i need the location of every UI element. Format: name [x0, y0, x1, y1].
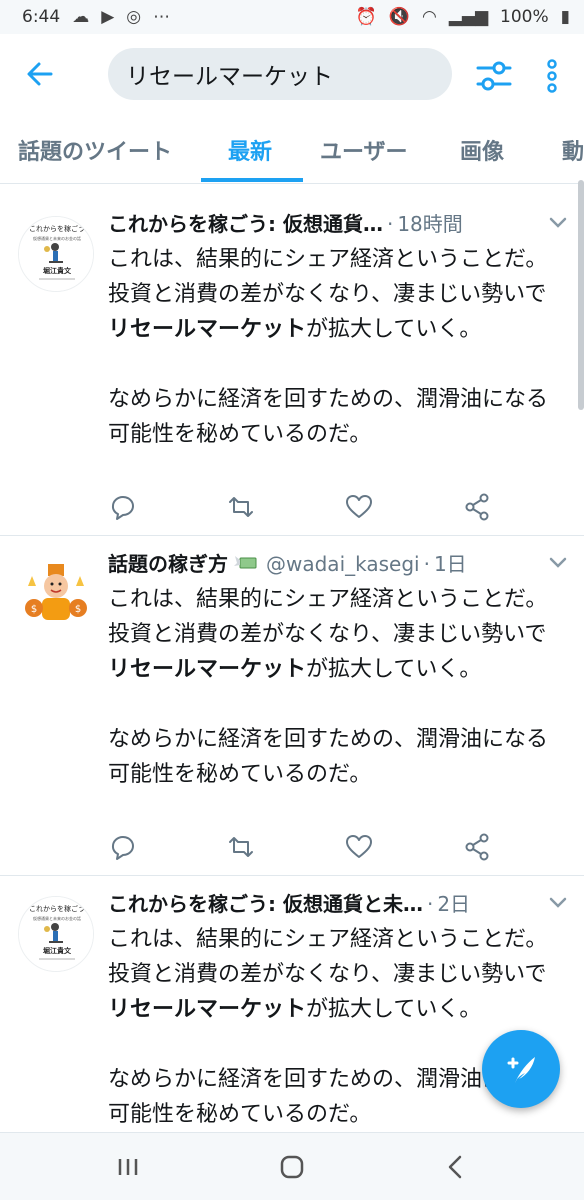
- tab-videos[interactable]: 動: [562, 134, 584, 166]
- share-icon[interactable]: [462, 832, 492, 862]
- more-options-button[interactable]: [538, 56, 566, 96]
- avatar[interactable]: これからを稼ごう 仮想通貨と未来のお金の話 堀江貴文: [18, 216, 94, 292]
- signal-icon: ▂▄▆: [448, 7, 489, 27]
- tweet-time[interactable]: 1日: [434, 548, 467, 577]
- back-arrow-icon: [27, 62, 53, 86]
- search-input[interactable]: リセールマーケット: [108, 48, 452, 100]
- recent-apps-icon[interactable]: [112, 1151, 144, 1183]
- filter-sliders-icon: [476, 61, 512, 91]
- back-nav-icon[interactable]: [440, 1151, 472, 1183]
- book-title: これからを稼ごう: [29, 904, 85, 913]
- tweet-time[interactable]: 2日: [437, 888, 470, 917]
- tweet-text: これは、結果的にシェア経済ということだ。投資と消費の差がなくなり、凄まじい勢いで…: [108, 922, 558, 1132]
- notification-icon: ▶: [101, 7, 115, 27]
- tweet-actions: [108, 832, 508, 862]
- retweet-icon[interactable]: [226, 492, 256, 522]
- filter-button[interactable]: [474, 56, 514, 96]
- tweet-text-part: これは、結果的にシェア経済ということだ。投資と消費の差がなくなり、凄まじい勢いで: [108, 927, 548, 987]
- location-icon: ◎: [126, 7, 142, 27]
- author-name[interactable]: 話題の稼ぎ方: [108, 548, 228, 577]
- tweet-text-part: これは、結果的にシェア経済ということだ。投資と消費の差がなくなり、凄まじい勢いで: [108, 587, 548, 647]
- tweet[interactable]: $ $ 話題の稼ぎ方 @wadai_kasegi · 1日 これは、結果的にシェ…: [0, 536, 584, 876]
- tweet-header: これからを稼ごう: 仮想通貨… · 18時間: [108, 208, 548, 240]
- tweet-text-part: が拡大していく。: [306, 997, 482, 1022]
- back-button[interactable]: [22, 56, 58, 92]
- highlighted-keyword: リセールマーケット: [108, 317, 307, 342]
- book-subtitle: 仮想通貨と未来のお金の話: [33, 915, 81, 921]
- kebab-menu-icon: [547, 59, 557, 93]
- wifi-icon: ◠: [421, 7, 437, 27]
- search-query: リセールマーケット: [126, 64, 333, 90]
- battery-level: 100%: [500, 7, 549, 27]
- active-tab-indicator: [201, 178, 303, 182]
- tweet-header: 話題の稼ぎ方 @wadai_kasegi · 1日: [108, 548, 548, 580]
- tweet-time[interactable]: 18時間: [397, 208, 462, 237]
- status-bar: 6:44 ☁ ▶ ◎ ⋯ ⏰ 🔇 ◠ ▂▄▆ 100% ▮: [0, 0, 584, 34]
- tweet-text-paragraph: なめらかに経済を回すための、潤滑油になる可能性を秘めているのだ。: [108, 387, 549, 447]
- chevron-down-icon[interactable]: [548, 216, 568, 230]
- system-navigation-bar: [0, 1132, 584, 1200]
- tweet-text: これは、結果的にシェア経済ということだ。投資と消費の差がなくなり、凄まじい勢いで…: [108, 582, 558, 792]
- highlighted-keyword: リセールマーケット: [108, 657, 307, 682]
- mute-icon: 🔇: [388, 7, 410, 27]
- reply-icon[interactable]: [108, 832, 138, 862]
- book-title: これからを稼ごう: [29, 224, 85, 233]
- author-handle[interactable]: @wadai_kasegi: [266, 552, 420, 576]
- app-bar: リセールマーケット: [0, 34, 584, 116]
- compose-tweet-button[interactable]: [482, 1030, 560, 1108]
- reply-icon[interactable]: [108, 492, 138, 522]
- battery-icon: ▮: [560, 7, 570, 27]
- tweet-text: これは、結果的にシェア経済ということだ。投資と消費の差がなくなり、凄まじい勢いで…: [108, 242, 558, 452]
- alarm-icon: ⏰: [355, 7, 377, 27]
- book-cover-icon: これからを稼ごう 仮想通貨と未来のお金の話 堀江貴文: [19, 897, 93, 971]
- retweet-icon[interactable]: [226, 832, 256, 862]
- tab-people[interactable]: ユーザー: [320, 134, 408, 166]
- chevron-down-icon[interactable]: [548, 896, 568, 910]
- book-author: 堀江貴文: [43, 946, 72, 955]
- search-tabs: 話題のツイート 最新 ユーザー 画像 動: [0, 116, 584, 184]
- share-icon[interactable]: [462, 492, 492, 522]
- tweet[interactable]: これからを稼ごう 仮想通貨と未来のお金の話 堀江貴文 これからを稼ごう: 仮想通…: [0, 196, 584, 536]
- tweet-text-part: これは、結果的にシェア経済ということだ。投資と消費の差がなくなり、凄まじい勢いで: [108, 247, 548, 307]
- avatar[interactable]: $ $: [18, 556, 94, 632]
- tweet-actions: [108, 492, 508, 522]
- highlighted-keyword: リセールマーケット: [108, 997, 307, 1022]
- tweet-text-paragraph: なめらかに経済を回すための、潤滑油になる可能性を秘めているのだ。: [108, 727, 549, 787]
- separator-dot: ·: [423, 552, 430, 576]
- tab-latest[interactable]: 最新: [228, 134, 272, 166]
- weather-icon: ☁: [72, 7, 90, 27]
- like-heart-icon[interactable]: [344, 832, 374, 862]
- book-cover-icon: これからを稼ごう 仮想通貨と未来のお金の話 堀江貴文: [19, 217, 93, 291]
- tweet-text-part: が拡大していく。: [306, 317, 482, 342]
- tweet-text-part: が拡大していく。: [306, 657, 482, 682]
- separator-dot: ·: [426, 892, 434, 916]
- like-heart-icon[interactable]: [344, 492, 374, 522]
- separator-dot: ·: [386, 212, 394, 236]
- book-author: 堀江貴文: [43, 266, 72, 275]
- home-icon[interactable]: [276, 1151, 308, 1183]
- compose-feather-icon: [507, 1057, 535, 1083]
- tweet-header: これからを稼ごう: 仮想通貨と未… · 2日: [108, 888, 548, 920]
- status-time: 6:44: [22, 7, 61, 27]
- svg-text:$: $: [75, 604, 81, 615]
- more-notifications-icon: ⋯: [153, 7, 171, 27]
- svg-text:$: $: [31, 604, 37, 615]
- author-name[interactable]: これからを稼ごう: 仮想通貨と未…: [108, 888, 423, 917]
- tab-photos[interactable]: 画像: [460, 134, 504, 166]
- money-mascot-icon: $ $: [18, 556, 94, 632]
- money-wings-icon: [234, 556, 257, 569]
- chevron-down-icon[interactable]: [548, 556, 568, 570]
- avatar[interactable]: これからを稼ごう 仮想通貨と未来のお金の話 堀江貴文: [18, 896, 94, 972]
- author-name[interactable]: これからを稼ごう: 仮想通貨…: [108, 208, 383, 237]
- tab-top[interactable]: 話題のツイート: [18, 134, 172, 166]
- book-subtitle: 仮想通貨と未来のお金の話: [33, 235, 81, 241]
